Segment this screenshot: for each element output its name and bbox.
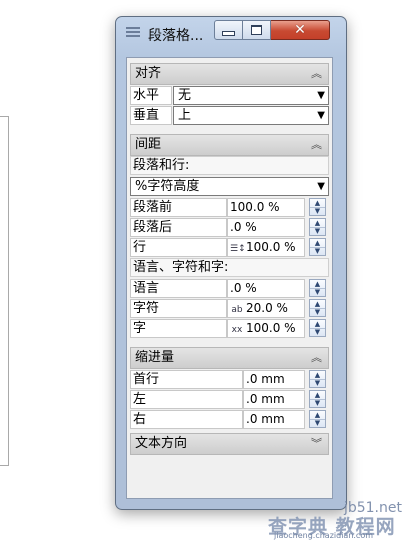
character-spacing-input[interactable]: ab 20.0 %: [227, 299, 305, 318]
line-spacing-input[interactable]: ☰↕100.0 %: [227, 238, 305, 257]
language-spacing-input[interactable]: .0 %: [227, 279, 305, 298]
spacing-mode-value: %字符高度: [135, 179, 200, 194]
paragraph-format-window: 段落格... ✕ 对齐 ︽ 水平 无 ▼ 垂直 上 ▼ 间距 ︽ 段落和行: %…: [115, 16, 347, 510]
character-spacing-value: 20.0 %: [246, 301, 288, 315]
close-icon: ✕: [294, 22, 306, 38]
spin-down-icon: ▼: [314, 247, 321, 255]
minimize-icon: [222, 30, 235, 36]
horizontal-align-value: 无: [178, 88, 192, 103]
spin-down-icon: ▼: [314, 379, 321, 387]
line-spacing-value: 100.0 %: [246, 240, 296, 254]
spin-down-icon: ▼: [314, 399, 321, 407]
horizontal-label: 水平: [130, 86, 172, 105]
spin-down-icon: ▼: [314, 419, 321, 427]
first-line-label: 首行: [130, 370, 243, 389]
word-label: 字: [130, 319, 227, 338]
after-paragraph-label: 段落后: [130, 218, 227, 237]
section-title-indent: 缩进量: [135, 350, 175, 365]
background-document-panel: [0, 116, 9, 466]
window-title: 段落格...: [148, 28, 204, 44]
section-header-align[interactable]: 对齐 ︽: [130, 63, 329, 85]
paragraph-line-subheader: 段落和行:: [130, 156, 329, 175]
dropdown-arrow-icon: ▼: [317, 110, 325, 121]
title-bar[interactable]: 段落格... ✕: [116, 17, 346, 49]
word-spacing-value: 100.0 %: [246, 321, 296, 335]
section-title-align: 对齐: [135, 66, 162, 81]
horizontal-align-select[interactable]: 无 ▼: [173, 86, 329, 105]
spin-down-icon: ▼: [314, 288, 321, 296]
word-spacing-input[interactable]: xx 100.0 %: [227, 319, 305, 338]
right-indent-input[interactable]: .0 mm: [243, 410, 305, 429]
language-char-subheader: 语言、字符和字:: [130, 258, 329, 277]
line-spacing-icon: ☰↕: [230, 244, 246, 254]
left-indent-input[interactable]: .0 mm: [243, 390, 305, 409]
watermark-url: jiaocheng.chazidian.com: [274, 531, 374, 540]
word-spacing-spinner[interactable]: ▲ ▼: [309, 319, 326, 337]
first-line-spinner[interactable]: ▲ ▼: [309, 370, 326, 388]
dropdown-arrow-icon: ▼: [317, 181, 325, 192]
left-indent-spinner[interactable]: ▲ ▼: [309, 390, 326, 408]
maximize-icon: [251, 25, 262, 35]
first-line-input[interactable]: .0 mm: [243, 370, 305, 389]
spin-down-icon: ▼: [314, 227, 321, 235]
language-spacing-spinner[interactable]: ▲ ▼: [309, 279, 326, 297]
spin-down-icon: ▼: [314, 328, 321, 336]
line-spacing-label: 行: [130, 238, 227, 257]
before-paragraph-input[interactable]: 100.0 %: [227, 198, 305, 217]
spacing-mode-select[interactable]: %字符高度 ▼: [130, 177, 329, 196]
after-paragraph-spinner[interactable]: ▲ ▼: [309, 218, 326, 236]
right-indent-label: 右: [130, 410, 243, 429]
collapse-icon[interactable]: ︽: [311, 135, 322, 155]
dropdown-arrow-icon: ▼: [317, 90, 325, 101]
character-label: 字符: [130, 299, 227, 318]
collapse-icon[interactable]: ︽: [311, 64, 322, 84]
collapse-icon[interactable]: ︽: [311, 348, 322, 368]
close-button[interactable]: ✕: [271, 20, 330, 40]
expand-icon[interactable]: ︾: [311, 434, 322, 454]
section-header-text-direction[interactable]: 文本方向 ︾: [130, 433, 329, 455]
panel-content: 对齐 ︽ 水平 无 ▼ 垂直 上 ▼ 间距 ︽ 段落和行: %字符高度 ▼ 段落…: [126, 57, 333, 499]
vertical-label: 垂直: [130, 106, 172, 125]
maximize-button[interactable]: [243, 20, 271, 40]
section-title-text-direction: 文本方向: [135, 436, 188, 451]
watermark: jb51.net 查字典 教程网 jiaocheng.chazidian.com: [268, 500, 406, 540]
paragraph-icon: [126, 27, 140, 41]
right-indent-spinner[interactable]: ▲ ▼: [309, 410, 326, 428]
minimize-button[interactable]: [214, 20, 243, 40]
left-indent-label: 左: [130, 390, 243, 409]
line-spacing-spinner[interactable]: ▲ ▼: [309, 238, 326, 256]
spin-down-icon: ▼: [314, 308, 321, 316]
section-header-indent[interactable]: 缩进量 ︽: [130, 347, 329, 369]
character-spacing-icon: ab: [231, 305, 243, 315]
word-spacing-icon: xx: [231, 325, 243, 335]
section-title-spacing: 间距: [135, 137, 162, 152]
spin-down-icon: ▼: [314, 207, 321, 215]
vertical-align-value: 上: [178, 108, 192, 123]
character-spacing-spinner[interactable]: ▲ ▼: [309, 299, 326, 317]
after-paragraph-input[interactable]: .0 %: [227, 218, 305, 237]
section-header-spacing[interactable]: 间距 ︽: [130, 134, 329, 156]
language-label: 语言: [130, 279, 227, 298]
before-paragraph-spinner[interactable]: ▲ ▼: [309, 198, 326, 216]
before-paragraph-label: 段落前: [130, 198, 227, 217]
vertical-align-select[interactable]: 上 ▼: [173, 106, 329, 125]
